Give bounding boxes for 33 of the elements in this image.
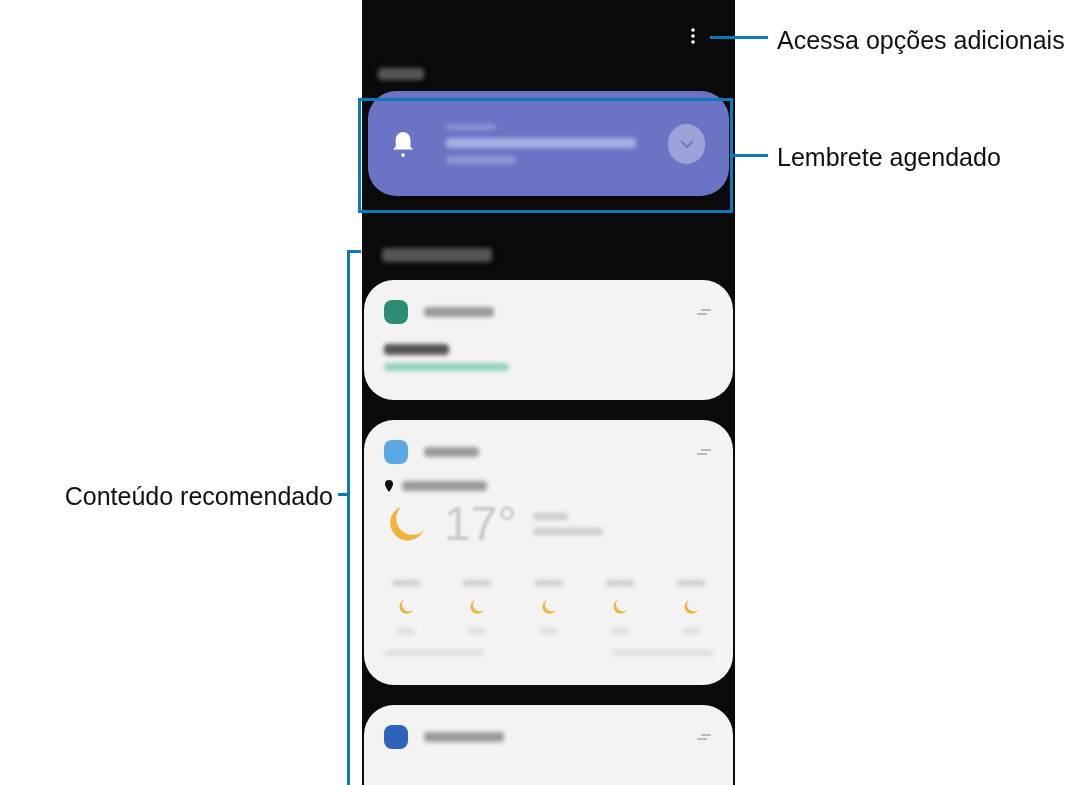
- leader-line: [733, 154, 768, 157]
- location-pin-icon: [384, 480, 394, 492]
- weather-app-icon: [384, 440, 408, 464]
- news-card[interactable]: [364, 705, 733, 785]
- callout-label: Acessa opções adicionais: [777, 25, 1065, 56]
- handle-icon: [695, 308, 713, 316]
- moon-icon: [682, 598, 700, 616]
- blurred-text-drawing: [424, 447, 479, 457]
- blurred-text-drawing: [605, 580, 634, 586]
- moon-icon: [397, 598, 415, 616]
- calendar-app-icon: [384, 300, 408, 324]
- callout-label: Lembrete agendado: [777, 142, 1001, 173]
- handle-icon: [695, 733, 713, 741]
- callout-label: Conteúdo recomendado: [64, 481, 333, 512]
- moon-icon: [468, 598, 487, 616]
- blurred-text-drawing: [534, 580, 563, 586]
- leader-line: [710, 36, 768, 39]
- chevron-down-icon: [679, 139, 694, 148]
- blurred-text-drawing: [677, 580, 705, 586]
- blurred-text-drawing: [532, 528, 603, 535]
- blurred-text-drawing: [378, 68, 424, 80]
- more-options-icon[interactable]: [691, 28, 695, 44]
- blurred-text-drawing: [424, 307, 494, 317]
- blurred-text-drawing: [446, 155, 517, 164]
- handle-icon: [695, 448, 713, 456]
- blurred-text-drawing: [463, 580, 492, 586]
- blurred-text-drawing: [532, 513, 568, 520]
- blurred-text-drawing: [446, 123, 497, 130]
- check-button[interactable]: [668, 123, 705, 164]
- calendar-card[interactable]: [364, 280, 733, 400]
- blurred-text-drawing: [384, 344, 449, 355]
- blurred-text-drawing: [392, 580, 420, 586]
- news-app-icon: [384, 725, 408, 749]
